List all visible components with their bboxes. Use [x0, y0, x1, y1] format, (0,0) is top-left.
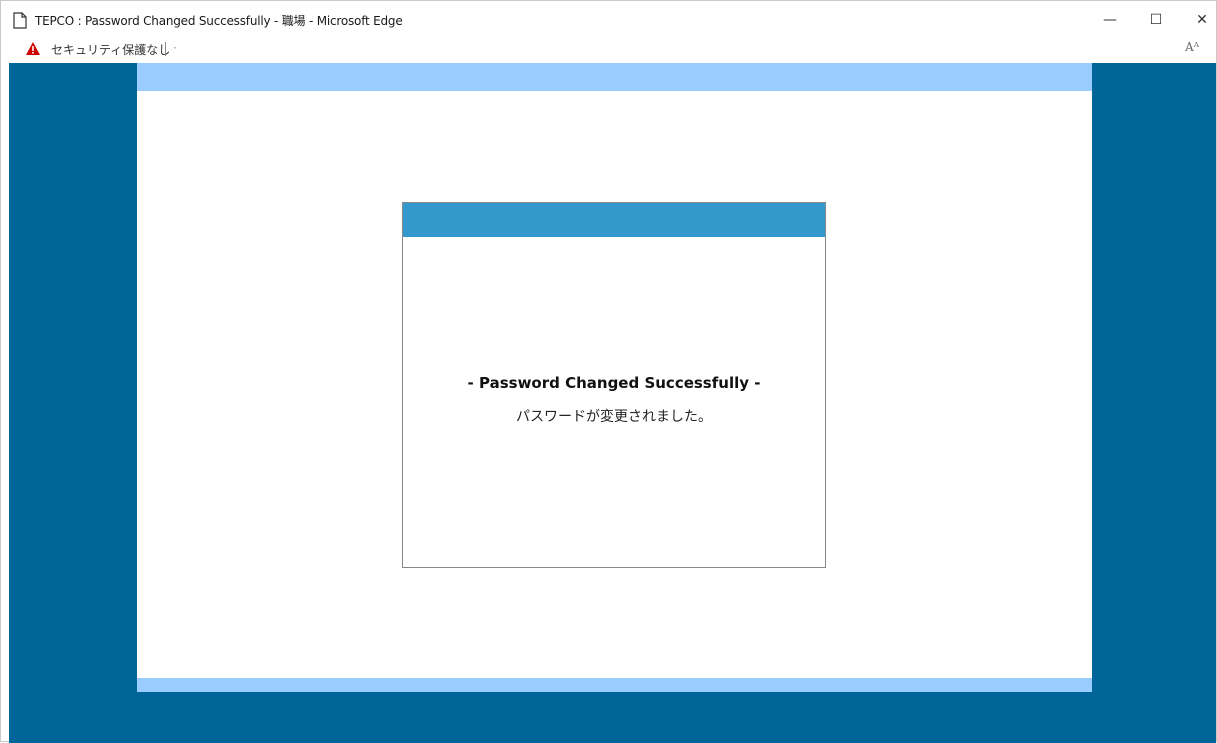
- bottom-band: [137, 678, 1092, 692]
- address-bar[interactable]: セキュリティ保護なし · Aᴬ: [1, 39, 1216, 63]
- page-icon: [13, 12, 27, 29]
- success-message: パスワードが変更されました。: [516, 409, 712, 425]
- maximize-icon: ☐: [1149, 12, 1163, 28]
- password-changed-panel: - Password Changed Successfully - パスワードが…: [402, 202, 826, 568]
- maximize-button[interactable]: ☐: [1133, 1, 1179, 39]
- success-heading: - Password Changed Successfully -: [467, 374, 761, 392]
- minimize-icon: —: [1103, 12, 1117, 28]
- warning-icon[interactable]: [25, 41, 41, 56]
- page-viewport: - Password Changed Successfully - パスワードが…: [9, 63, 1216, 743]
- minimize-button[interactable]: —: [1087, 1, 1133, 39]
- url-field[interactable]: ·: [173, 41, 177, 55]
- security-status-label[interactable]: セキュリティ保護なし: [51, 41, 170, 58]
- read-aloud-icon[interactable]: Aᴬ: [1185, 40, 1199, 54]
- close-icon: ✕: [1196, 12, 1208, 28]
- close-button[interactable]: ✕: [1179, 1, 1217, 39]
- browser-window: TEPCO : Password Changed Successfully - …: [0, 0, 1217, 743]
- title-bar: TEPCO : Password Changed Successfully - …: [1, 1, 1216, 39]
- content-frame: - Password Changed Successfully - パスワードが…: [137, 63, 1092, 692]
- window-title: TEPCO : Password Changed Successfully - …: [35, 14, 403, 28]
- panel-header: [403, 203, 825, 237]
- top-band: [137, 63, 1092, 91]
- address-divider: [165, 42, 166, 56]
